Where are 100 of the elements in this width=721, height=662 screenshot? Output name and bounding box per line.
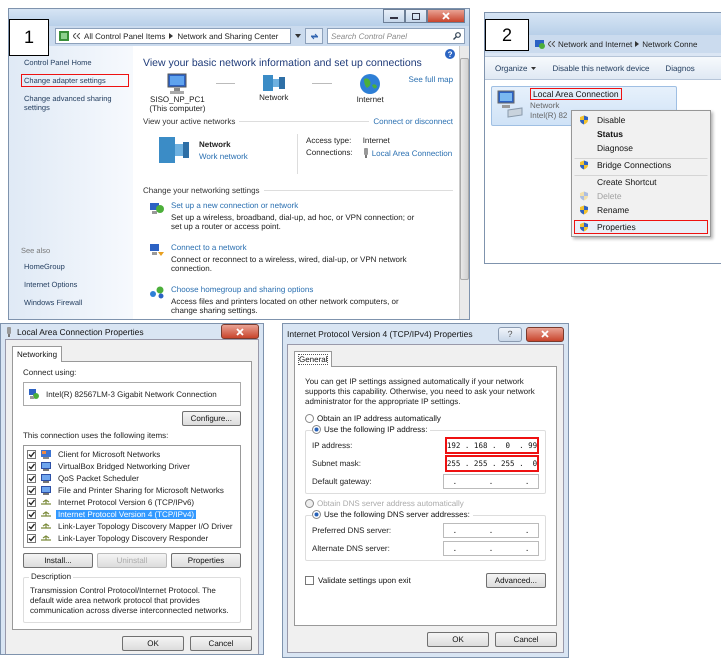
- checkbox[interactable]: [27, 522, 36, 531]
- tab[interactable]: General: [294, 351, 332, 367]
- field-label: IP address:: [312, 440, 352, 450]
- scrollbar[interactable]: [459, 46, 470, 319]
- network-icon: [260, 73, 287, 93]
- connection-link[interactable]: Local Area Connection: [372, 148, 452, 158]
- task-link[interactable]: Connect to a network: [171, 243, 421, 252]
- radio-button[interactable]: Use the following DNS server addresses:: [312, 509, 473, 520]
- close-button[interactable]: [427, 9, 466, 23]
- dialog-button[interactable]: OK: [427, 632, 489, 647]
- advanced-button[interactable]: Advanced...: [486, 573, 546, 588]
- computer-icon: [40, 473, 52, 484]
- menu-item[interactable]: Bridge Connections: [574, 158, 708, 172]
- breadcrumb-item[interactable]: Network and Internet: [558, 40, 632, 48]
- shield-icon: [579, 160, 590, 170]
- checkbox-option[interactable]: Validate settings upon exit: [305, 576, 411, 585]
- shield-icon: [579, 222, 590, 232]
- network-folder-icon: [535, 39, 546, 49]
- dialog-button[interactable]: Cancel: [190, 636, 252, 651]
- page-heading: View your basic network information and set up connections: [143, 57, 423, 69]
- address-bar[interactable]: All Control Panel Items Network and Sharing Center: [55, 28, 292, 44]
- step-number: 2: [485, 19, 530, 51]
- dropdown-icon: [295, 34, 302, 38]
- task-link[interactable]: Choose homegroup and sharing options: [171, 285, 421, 294]
- field-label: This connection uses the following items:: [23, 431, 170, 440]
- toolbar-button[interactable]: Organize: [495, 64, 536, 72]
- minimize-button[interactable]: [383, 9, 406, 23]
- action-button[interactable]: Install...: [23, 553, 93, 568]
- list-item[interactable]: Link-Layer Topology Discovery Responder: [56, 534, 210, 543]
- search-field[interactable]: Search Control Panel: [327, 28, 466, 44]
- section-heading: Change your networking settings: [143, 186, 260, 195]
- toolbar-button[interactable]: Disable this network device: [552, 64, 650, 72]
- refresh-icon: [310, 32, 319, 40]
- menu-item[interactable]: Status: [574, 127, 708, 141]
- field-label: Subnet mask:: [312, 458, 361, 468]
- list-item[interactable]: Client for Microsoft Networks: [56, 450, 162, 459]
- close-button[interactable]: [526, 326, 564, 342]
- menu-item[interactable]: Create Shortcut: [574, 175, 708, 189]
- search-icon: [453, 32, 462, 40]
- task-link[interactable]: Set up a new connection or network: [171, 201, 421, 210]
- help-button[interactable]: ?: [445, 49, 456, 59]
- checkbox[interactable]: [27, 510, 36, 519]
- list-item[interactable]: QoS Packet Scheduler: [56, 474, 141, 483]
- list-item[interactable]: File and Printer Sharing for Microsoft Networks: [56, 486, 226, 495]
- toolbar-button[interactable]: Diagnos: [665, 64, 695, 72]
- radio-button[interactable]: Use the following IP address:: [312, 424, 430, 435]
- field-value: Internet: [362, 136, 391, 145]
- dialog-button[interactable]: Cancel: [495, 632, 557, 647]
- checkbox[interactable]: [27, 498, 36, 507]
- checkbox[interactable]: [27, 462, 36, 471]
- breadcrumb-item[interactable]: Network and Sharing Center: [177, 32, 278, 40]
- help-button[interactable]: ?: [498, 326, 522, 342]
- menu-item[interactable]: Properties: [574, 220, 708, 234]
- computer-icon: [165, 73, 190, 95]
- shield-icon: [579, 205, 590, 215]
- checkbox[interactable]: [27, 450, 36, 459]
- node-label: Network: [259, 93, 288, 102]
- checkbox[interactable]: [27, 534, 36, 543]
- computer-icon: [40, 461, 52, 472]
- network-connect-icon: [149, 243, 165, 257]
- action-button[interactable]: Properties: [171, 553, 241, 568]
- close-button[interactable]: [221, 324, 259, 339]
- field-label: Access type:: [306, 136, 352, 145]
- field-label: Alternate DNS server:: [312, 544, 390, 552]
- dialog-title: Local Area Connection Properties: [17, 326, 145, 336]
- field-label: Default gateway:: [312, 476, 372, 486]
- dialog-title: Internet Protocol Version 4 (TCP/IPv4) Properties: [287, 329, 474, 339]
- breadcrumb-item[interactable]: All Control Panel Items: [84, 32, 166, 40]
- double-chevron-icon: [548, 41, 556, 47]
- step-number: 1: [9, 19, 49, 56]
- checkbox[interactable]: [27, 474, 36, 483]
- field-label: Preferred DNS server:: [312, 526, 392, 534]
- checkbox[interactable]: [27, 486, 36, 495]
- list-item[interactable]: Link-Layer Topology Discovery Mapper I/O Driver: [56, 522, 235, 531]
- see-full-map-link[interactable]: See full map: [408, 75, 454, 84]
- node-label: SISO_NP_PC1: [150, 95, 205, 104]
- caret-icon: [531, 66, 536, 70]
- breadcrumb-item[interactable]: Network Conne: [642, 40, 698, 48]
- breadcrumb-arrow-icon: [169, 33, 174, 39]
- dialog-button[interactable]: OK: [122, 636, 184, 651]
- computer-icon: [40, 485, 52, 496]
- close-icon: [236, 328, 244, 336]
- tab[interactable]: Networking: [12, 346, 62, 362]
- maximize-button[interactable]: [405, 9, 428, 23]
- field-label: Connect using:: [23, 368, 78, 377]
- section-heading: View your active networks: [143, 117, 236, 126]
- configure-button[interactable]: Configure...: [182, 411, 241, 426]
- shield-icon: [579, 191, 590, 201]
- maximize-icon: [412, 12, 420, 20]
- list-item[interactable]: VirtualBox Bridged Networking Driver: [56, 462, 192, 471]
- refresh-button[interactable]: [305, 28, 324, 44]
- network-type-link[interactable]: Work network: [199, 152, 289, 161]
- list-item[interactable]: Internet Protocol Version 6 (TCP/IPv6): [56, 498, 196, 507]
- control-panel-icon: [59, 31, 69, 41]
- menu-item[interactable]: Diagnose: [574, 141, 708, 155]
- connect-link[interactable]: Connect or disconnect: [373, 117, 454, 126]
- checkbox[interactable]: [305, 576, 314, 585]
- menu-item[interactable]: Rename: [574, 203, 708, 217]
- close-icon: [541, 330, 549, 338]
- double-chevron-icon: [73, 33, 80, 39]
